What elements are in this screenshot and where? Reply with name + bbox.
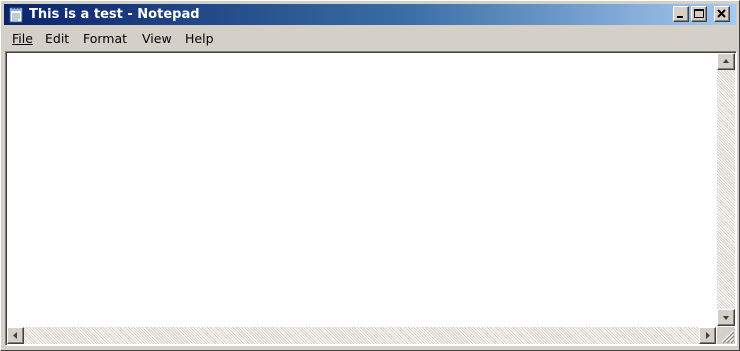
close-icon — [717, 9, 726, 18]
scroll-right-button[interactable] — [699, 327, 716, 344]
notepad-window: This is a test - Notepad File Edit Forma… — [0, 0, 740, 351]
notepad-icon[interactable] — [8, 6, 24, 23]
menu-file[interactable]: File — [12, 30, 33, 47]
menu-edit[interactable]: Edit — [45, 30, 69, 47]
menu-format[interactable]: Format — [83, 30, 127, 47]
menu-help-label: Help — [185, 31, 214, 46]
arrow-left-icon — [13, 332, 17, 339]
title-bar[interactable]: This is a test - Notepad — [4, 4, 736, 25]
horizontal-scrollbar[interactable] — [7, 327, 716, 344]
resize-grip-icon — [721, 330, 735, 344]
minimize-button[interactable] — [673, 6, 689, 22]
vertical-scrollbar[interactable] — [717, 53, 735, 326]
arrow-right-icon — [706, 332, 710, 339]
menu-view[interactable]: View — [142, 30, 172, 47]
menu-bar: File Edit Format View Help — [4, 27, 736, 49]
resize-grip[interactable] — [717, 327, 735, 344]
maximize-icon — [694, 9, 704, 18]
maximize-button[interactable] — [691, 6, 707, 22]
scroll-up-button[interactable] — [717, 53, 735, 70]
arrow-up-icon — [723, 59, 729, 63]
menu-help[interactable]: Help — [185, 30, 214, 47]
window-title: This is a test - Notepad — [29, 7, 200, 22]
arrow-down-icon — [723, 316, 729, 320]
menu-format-label: Format — [83, 31, 128, 46]
menu-view-label: View — [142, 31, 172, 46]
scroll-down-button[interactable] — [717, 309, 735, 326]
menu-file-label: File — [12, 31, 33, 46]
scroll-left-button[interactable] — [7, 327, 24, 344]
minimize-icon — [677, 16, 683, 18]
text-editor[interactable] — [7, 53, 716, 326]
menu-edit-label: Edit — [45, 31, 70, 46]
close-button[interactable] — [714, 6, 730, 22]
editor-frame — [5, 51, 737, 346]
editor-inner — [6, 52, 736, 345]
